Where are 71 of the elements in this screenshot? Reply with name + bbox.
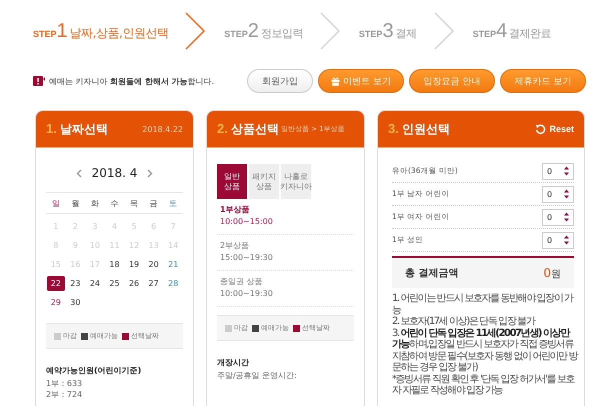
month-label: 2018. 4	[92, 166, 138, 180]
reset-button[interactable]: Reset	[535, 124, 574, 134]
product-tab[interactable]: 패키지 상품	[249, 164, 279, 199]
step-label: STEP3 결제	[358, 20, 417, 42]
weekday-label: 목	[129, 198, 140, 208]
nav-button[interactable]: 회원가입	[247, 69, 313, 93]
note-text: 3. 어린이 단독 입장은 11세(2007년생) 이상만 가능하며,입장일 반드시 보호자가 직접 증빙서류 지참하여 방문 필수(보호자 동행 없이 어린이만 방문하는 경우 입장 불가)	[392, 328, 578, 374]
step-label: STEP1 날짜,상품,인원선택	[33, 20, 168, 42]
calendar-day[interactable]: 23	[66, 276, 84, 291]
chevron-icon	[432, 12, 455, 50]
calendar-day[interactable]: 21	[164, 257, 182, 272]
calendar-day[interactable]: 20	[144, 257, 162, 272]
step-label: STEP2 정보입력	[224, 20, 303, 42]
total-label: 총 결제금액	[405, 267, 458, 280]
product-name[interactable]: 2부상품	[220, 240, 351, 252]
chevron-icon	[184, 12, 206, 50]
number-stepper[interactable]: 0	[542, 208, 574, 226]
capacity-text: 1부 : 633	[46, 378, 84, 389]
note-text: 2. 보호자(17세 이상)은 단독 입장 불가	[392, 316, 536, 328]
panel-title: 인원선택	[402, 120, 450, 138]
step-label: STEP4 결제완료	[472, 20, 552, 42]
product-time: 10:00~15:00	[220, 216, 274, 228]
product-name[interactable]: 종일권 상품	[220, 276, 351, 288]
note-text: 1. 어린이는 반드시 보호자를 동반해야 입장이 가능	[392, 293, 574, 316]
hours-text: 주말/공휴일 운영시간:	[217, 370, 298, 381]
number-stepper[interactable]: 0	[542, 232, 574, 248]
calendar-day[interactable]: 22	[47, 276, 65, 291]
calendar-day[interactable]: 30	[66, 295, 84, 310]
calendar-day[interactable]: 18	[106, 257, 124, 272]
product-name[interactable]: 1부상품	[220, 204, 351, 216]
notice-text: 예매는 키자니아 회원들에 한해서 가능합니다.	[49, 76, 214, 86]
calendar-day[interactable]: 25	[106, 276, 124, 291]
weekday-label: 토	[168, 198, 178, 208]
calendar-day[interactable]: 19	[125, 257, 143, 272]
weekday-label: 수	[109, 198, 120, 208]
calendar-day[interactable]: 24	[86, 276, 104, 291]
calendar-day[interactable]: 27	[144, 276, 162, 291]
prev-month-icon[interactable]	[76, 168, 82, 178]
panel-title: 날짜선택	[60, 120, 108, 138]
warning-icon	[33, 76, 45, 86]
step-number: 3.	[388, 120, 399, 136]
weekday-label: 금	[148, 198, 159, 208]
number-stepper[interactable]: 0	[542, 186, 574, 202]
hours-title: 개장시간	[217, 357, 250, 368]
stepper-arrows-icon	[564, 212, 569, 222]
step-number: 2.	[217, 120, 228, 136]
weekday-label: 일	[50, 198, 61, 208]
stepper-arrows-icon	[564, 166, 569, 176]
next-month-icon[interactable]	[147, 168, 154, 178]
stepper-arrows-icon	[564, 235, 569, 245]
weekday-label: 월	[70, 198, 80, 208]
calendar-day[interactable]: 26	[125, 276, 143, 291]
selected-date: 2018.4.22	[142, 124, 183, 134]
stepper-arrows-icon	[564, 189, 569, 199]
gift-icon	[331, 76, 340, 86]
capacity-title: 예약가능인원(어린이기준)	[46, 365, 142, 376]
weekday-label: 화	[90, 198, 100, 208]
calendar-day[interactable]: 29	[47, 295, 65, 310]
reset-icon	[535, 124, 546, 134]
product-tab[interactable]: 일반 상품	[217, 164, 247, 199]
total-amount: 0원	[543, 266, 561, 280]
number-stepper[interactable]: 0	[542, 162, 574, 180]
panel-title: 상품선택	[230, 120, 279, 138]
capacity-text: 2부 : 724	[46, 389, 84, 400]
chevron-icon	[318, 12, 341, 50]
note-text: *증빙서류 직원 확인 후 '단독 입장 허가서'를 보호자 자필로 작성해야 입장 가능	[392, 374, 576, 396]
step-number: 1.	[46, 120, 57, 136]
calendar-day[interactable]: 28	[164, 276, 182, 291]
product-tab[interactable]: 나홀로 키자니아	[281, 164, 311, 199]
product-time: 10:00~19:30	[220, 288, 274, 300]
product-time: 15:00~19:30	[220, 252, 274, 264]
